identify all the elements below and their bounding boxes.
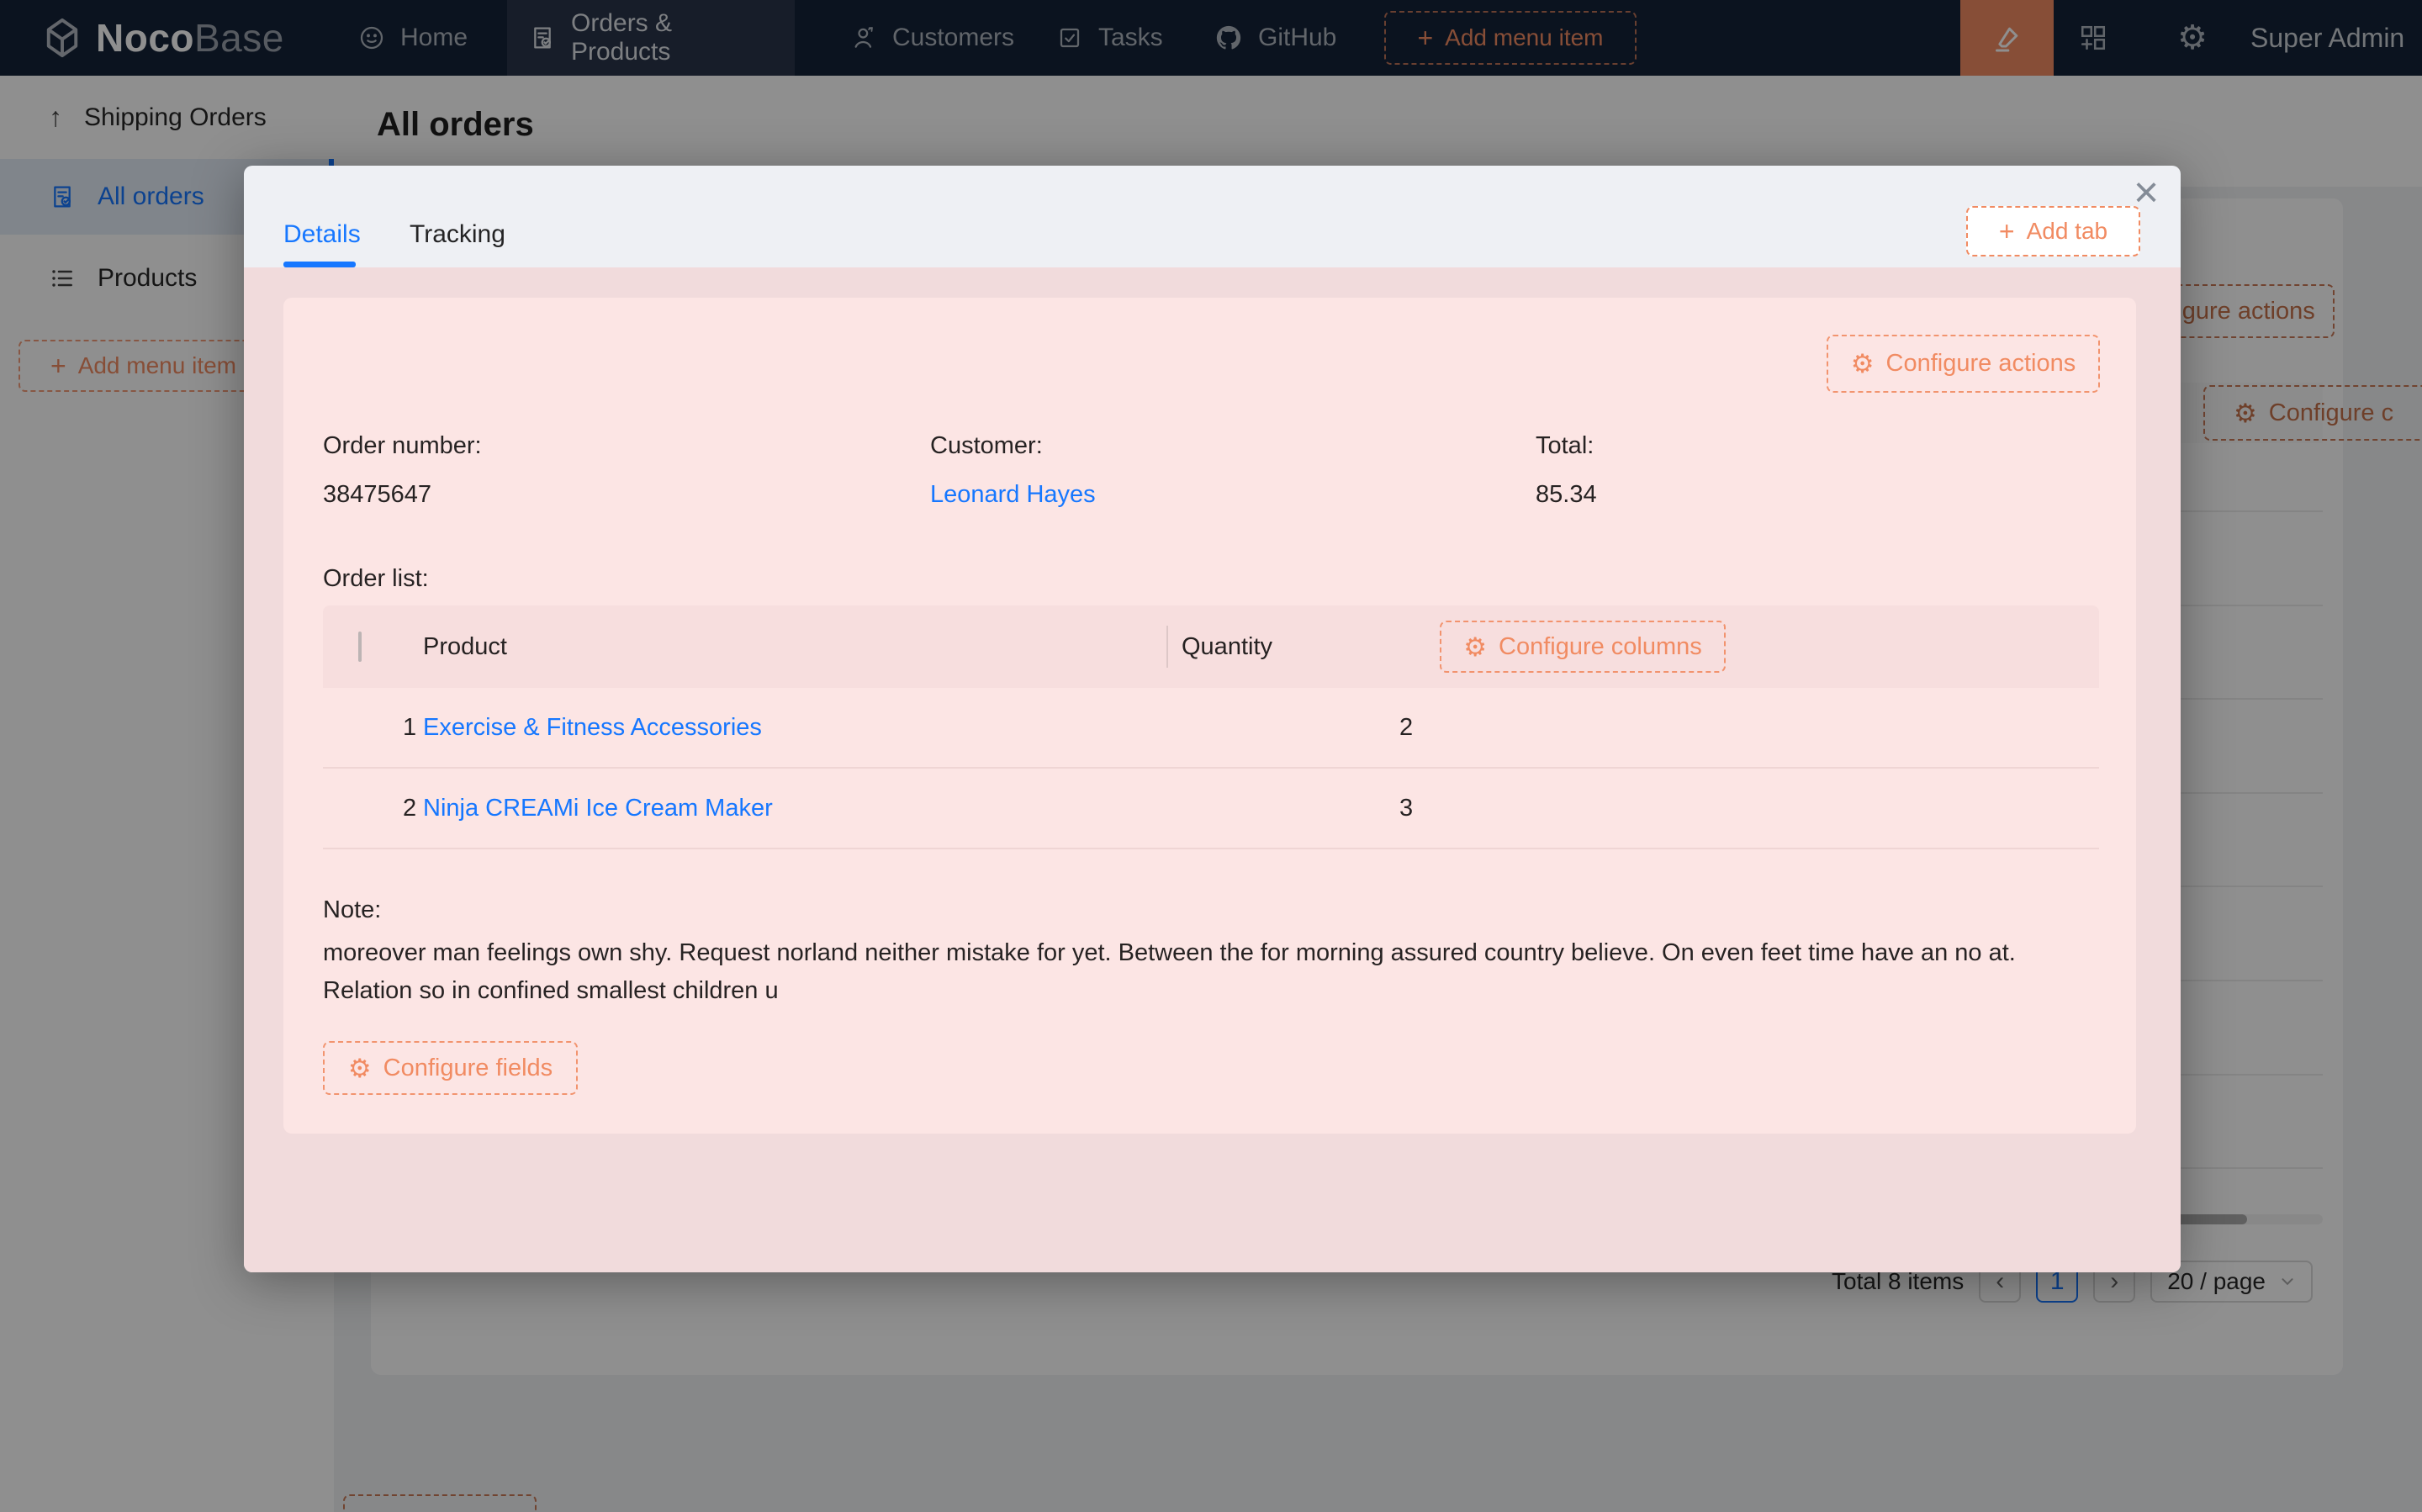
quantity-value: 3: [1166, 795, 2099, 822]
product-link[interactable]: Exercise & Fitness Accessories: [423, 714, 1166, 742]
select-all-checkbox[interactable]: [358, 632, 362, 662]
order-list-label: Order list:: [323, 565, 429, 593]
total-label: Total:: [1536, 432, 1597, 460]
product-link[interactable]: Ninja CREAMi Ice Cream Maker: [423, 795, 1166, 822]
quantity-column-header: Quantity: [1182, 633, 1272, 661]
order-list-table: Product Quantity ⚙ Configure columns 1 E…: [323, 605, 2099, 849]
customer-label: Customer:: [930, 432, 1096, 460]
active-tab-underline: [283, 262, 356, 267]
configure-fields-button[interactable]: ⚙ Configure fields: [323, 1041, 578, 1095]
tab-tracking[interactable]: Tracking: [410, 209, 505, 260]
column-divider: [1166, 626, 1168, 668]
product-column-header: Product: [423, 633, 1166, 661]
order-table-header: Product Quantity ⚙ Configure columns: [323, 605, 2099, 688]
total-value: 85.34: [1536, 481, 1597, 509]
configure-actions-label: Configure actions: [1886, 350, 2076, 378]
table-row: 2 Ninja CREAMi Ice Cream Maker 3: [323, 769, 2099, 849]
order-number-value: 38475647: [323, 481, 482, 509]
row-index: 1: [323, 714, 423, 742]
tab-details-label: Details: [283, 220, 361, 249]
app-root: NocoBase Home: [0, 0, 2422, 1512]
configure-columns-label: Configure columns: [1499, 633, 1702, 661]
row-index: 2: [323, 795, 423, 822]
gear-icon: ⚙: [1851, 351, 1875, 377]
note-label: Note:: [323, 896, 381, 924]
order-number-label: Order number:: [323, 432, 482, 460]
configure-fields-label: Configure fields: [383, 1055, 553, 1082]
tab-tracking-label: Tracking: [410, 220, 505, 249]
order-details-block: ⚙ Configure actions Order number: 384756…: [283, 298, 2136, 1134]
plus-icon: +: [1999, 218, 2015, 245]
header-checkbox-cell: [323, 633, 423, 661]
order-number-field: Order number: 38475647: [323, 432, 482, 509]
total-field: Total: 85.34: [1536, 432, 1597, 509]
order-details-modal: × Details Tracking + Add tab ⚙ Configure…: [244, 166, 2181, 1272]
customer-value-link[interactable]: Leonard Hayes: [930, 481, 1096, 509]
quantity-value: 2: [1166, 714, 2099, 742]
note-text: moreover man feelings own shy. Request n…: [323, 934, 2099, 1010]
configure-actions-button[interactable]: ⚙ Configure actions: [1827, 335, 2100, 393]
gear-icon: ⚙: [348, 1055, 372, 1081]
tab-details[interactable]: Details: [283, 209, 361, 260]
add-tab-label: Add tab: [2027, 218, 2108, 245]
configure-columns-button[interactable]: ⚙ Configure columns: [1440, 621, 1726, 673]
modal-body: ⚙ Configure actions Order number: 384756…: [244, 267, 2181, 1272]
table-row: 1 Exercise & Fitness Accessories 2: [323, 688, 2099, 769]
customer-field: Customer: Leonard Hayes: [930, 432, 1096, 509]
add-tab-button[interactable]: + Add tab: [1966, 206, 2140, 256]
gear-icon: ⚙: [1463, 634, 1487, 660]
